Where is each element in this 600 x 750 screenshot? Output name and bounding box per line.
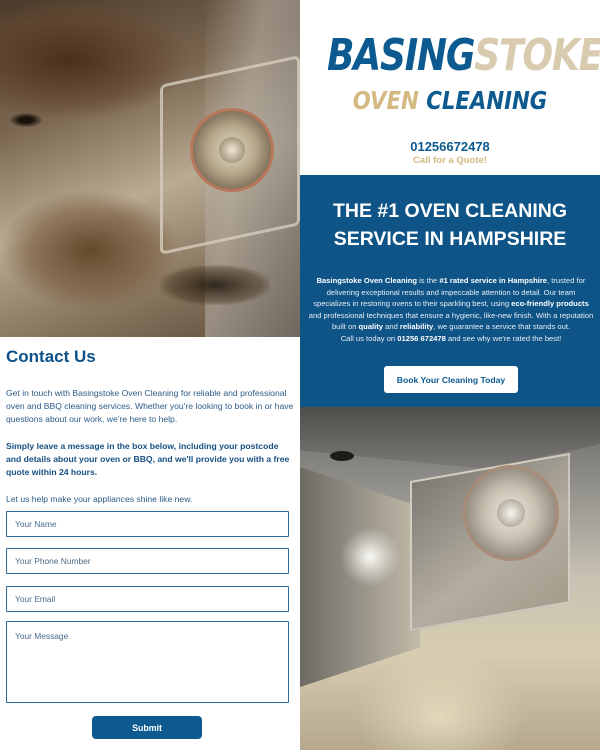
submit-button[interactable]: Submit [92,716,202,739]
hero-phone: 01256 672478 [397,333,446,343]
hero-headline: THE #1 OVEN CLEANING SERVICE IN HAMPSHIR… [300,197,600,253]
contact-closing: Let us help make your appliances shine l… [6,494,193,504]
call-for-quote-text: Call for a Quote! [413,155,487,166]
logo-subline: OVEN CLEANING [323,85,578,117]
hero-headline-line1: THE #1 OVEN CLEANING [332,200,568,222]
clean-oven-photo [300,407,600,750]
contact-intro: Get in touch with Basingstoke Oven Clean… [6,388,294,424]
phone-input[interactable] [6,548,289,574]
logo-part-basing: BASING [327,30,475,81]
dirty-oven-photo [0,0,300,337]
oven-fan-center [497,499,525,527]
light-reflection [340,527,400,587]
name-input[interactable] [6,511,289,537]
logo-part-cleaning: CLEANING [426,86,548,115]
call-text: Call us today on [340,333,398,343]
logo-part-stoke: STOKE [474,30,600,81]
eco-highlight: eco-friendly products [511,299,589,308]
desc-text: and [383,322,400,331]
contact-instructions: Simply leave a message in the box below,… [6,441,290,477]
grease-stain [160,265,270,305]
rated-highlight: #1 rated service in Hampshire [439,276,548,285]
left-column: Contact Us Get in touch with Basingstoke… [0,0,300,750]
oven-vent-hole [10,113,42,127]
logo-part-oven: OVEN [352,86,419,115]
oven-fan-center [219,137,245,163]
right-column: BASINGSTOKE OVEN CLEANING 01256672478 Ca… [300,0,600,750]
contact-title: Contact Us [6,347,96,366]
book-cleaning-button[interactable]: Book Your Cleaning Today [384,366,518,393]
desc-text: is the [417,276,440,285]
reliability-highlight: reliability [399,322,434,331]
hero-panel: THE #1 OVEN CLEANING SERVICE IN HAMPSHIR… [300,175,600,407]
brand-header: BASINGSTOKE OVEN CLEANING 01256672478 Ca… [300,0,600,175]
call-text: and see why we're rated the best! [445,333,562,343]
header-phone-link[interactable]: 01256672478 [300,139,600,154]
hero-description: Basingstoke Oven Cleaning is the #1 rate… [308,275,594,344]
quality-highlight: quality [358,322,384,331]
logo-wordmark: BASINGSTOKE [327,28,600,84]
company-name: Basingstoke Oven Cleaning [316,276,417,285]
hero-headline-line2: SERVICE IN HAMPSHIRE [333,228,567,250]
email-input[interactable] [6,586,289,612]
message-textarea[interactable] [6,621,289,703]
contact-section: Contact Us Get in touch with Basingstoke… [6,347,294,520]
desc-text: , we guarantee a service that stands out… [433,322,571,331]
oven-vent-hole [330,451,354,461]
